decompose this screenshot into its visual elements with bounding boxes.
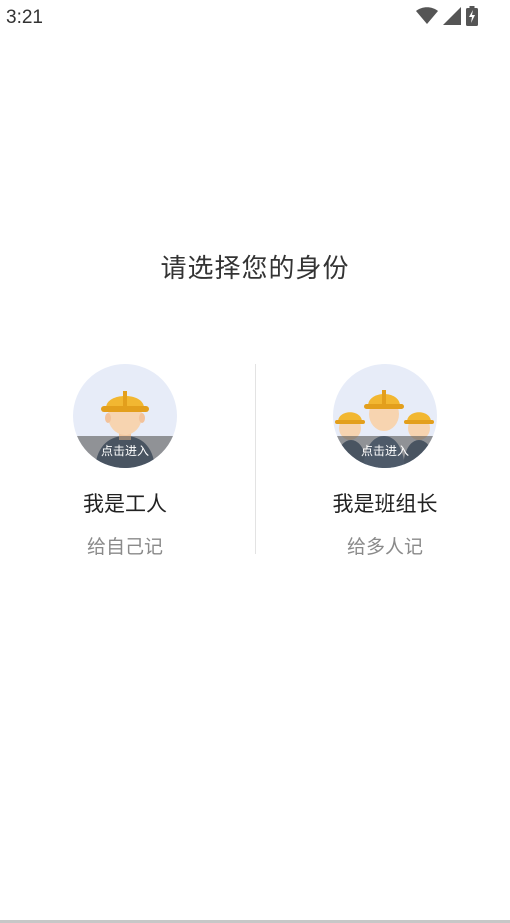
page-title: 请选择您的身份 — [160, 254, 350, 284]
role-card-leader[interactable]: 点击进入 我是班组长 给多人记 — [285, 364, 485, 559]
role-card-worker[interactable]: 点击进入 我是工人 给自己记 — [25, 364, 225, 559]
status-bar: 3:21 — [0, 0, 510, 36]
worker-role-name[interactable]: 我是工人 — [25, 488, 225, 518]
enter-label: 点击进入 — [360, 444, 409, 458]
worker-role-description: 给自己记 — [86, 536, 163, 558]
battery-charging-icon — [466, 6, 478, 30]
worker-avatar[interactable]: 点击进入 — [73, 364, 177, 468]
vertical-divider — [255, 364, 256, 554]
leader-role-description: 给多人记 — [346, 536, 423, 558]
enter-label: 点击进入 — [100, 444, 149, 458]
status-time: 3:21 — [6, 7, 43, 28]
cell-signal-icon — [443, 7, 461, 29]
leader-role-name[interactable]: 我是班组长 — [285, 488, 485, 518]
status-icons — [416, 6, 478, 30]
wifi-icon — [416, 7, 438, 29]
enter-overlay[interactable]: 点击进入 — [73, 436, 177, 468]
leader-avatar[interactable]: 点击进入 — [333, 364, 437, 468]
enter-overlay[interactable]: 点击进入 — [333, 436, 437, 468]
